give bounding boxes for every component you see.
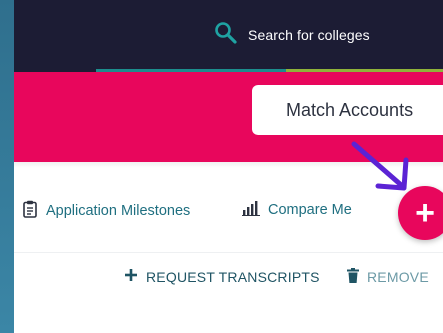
compare-me-label: Compare Me bbox=[268, 202, 352, 218]
remove-button[interactable]: REMOVE bbox=[347, 268, 429, 286]
request-transcripts-label: REQUEST TRANSCRIPTS bbox=[146, 268, 320, 285]
remove-label: REMOVE bbox=[367, 269, 429, 285]
window-edge bbox=[0, 0, 14, 333]
bar-chart-icon bbox=[242, 200, 260, 220]
compare-me-link[interactable]: Compare Me bbox=[242, 200, 352, 220]
plus-icon bbox=[124, 268, 138, 285]
search-label[interactable]: Search for colleges bbox=[248, 27, 370, 43]
application-milestones-label: Application Milestones bbox=[46, 203, 191, 219]
trash-icon bbox=[347, 268, 359, 286]
application-milestones-link[interactable]: Application Milestones bbox=[22, 200, 190, 222]
top-navigation-bar: Search for colleges bbox=[14, 0, 443, 72]
match-accounts-button[interactable]: Match Accounts bbox=[252, 85, 443, 135]
section-divider bbox=[14, 252, 443, 253]
clipboard-icon bbox=[22, 200, 38, 222]
annotation-arrow bbox=[351, 141, 409, 191]
app-window: Search for colleges Match Accounts Appli… bbox=[14, 0, 443, 333]
college-search[interactable]: Search for colleges bbox=[214, 21, 370, 50]
request-transcripts-button[interactable]: REQUEST TRANSCRIPTS bbox=[124, 268, 320, 285]
search-icon bbox=[214, 21, 238, 50]
